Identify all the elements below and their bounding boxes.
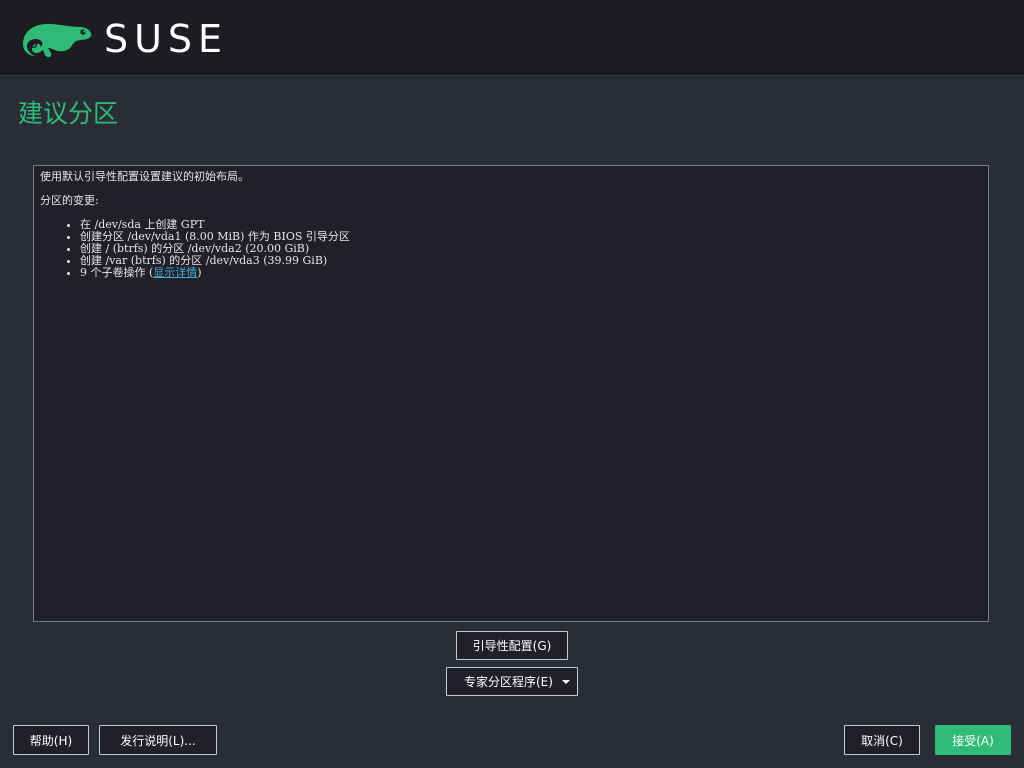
- expert-partitioner-menu-button[interactable]: 专家分区程序(E): [446, 667, 578, 696]
- logo-wordmark: SUSE: [104, 17, 229, 61]
- show-details-link[interactable]: 显示详情: [153, 266, 197, 279]
- subvolume-count-text: 9 个子卷操作 (: [80, 266, 154, 279]
- list-item: 创建 /var (btrfs) 的分区 /dev/vda3 (39.99 GiB…: [80, 255, 982, 267]
- suse-logo: SUSE: [20, 18, 228, 60]
- partition-summary-panel: 使用默认引导性配置设置建议的初始布局。 分区的变更: 在 /dev/sda 上创…: [33, 165, 989, 622]
- header-bar: SUSE: [0, 0, 1024, 74]
- subvolume-closing-text: ): [197, 266, 202, 279]
- chevron-down-icon: [562, 680, 570, 684]
- chameleon-icon: [23, 23, 92, 58]
- guided-setup-button[interactable]: 引导性配置(G): [456, 631, 568, 660]
- summary-intro: 使用默认引导性配置设置建议的初始布局。: [40, 170, 249, 183]
- page-title: 建议分区: [18, 99, 119, 128]
- help-button[interactable]: 帮助(H): [13, 725, 89, 755]
- cancel-button[interactable]: 取消(C): [844, 725, 920, 755]
- release-notes-button[interactable]: 发行说明(L)...: [99, 725, 217, 755]
- expert-partitioner-label: 专家分区程序(E): [464, 675, 553, 689]
- changes-heading: 分区的变更:: [40, 194, 99, 207]
- changes-list: 在 /dev/sda 上创建 GPT 创建分区 /dev/vda1 (8.00 …: [40, 219, 982, 279]
- list-item-subvolumes: 9 个子卷操作 (显示详情): [80, 267, 982, 279]
- accept-button[interactable]: 接受(A): [935, 725, 1011, 755]
